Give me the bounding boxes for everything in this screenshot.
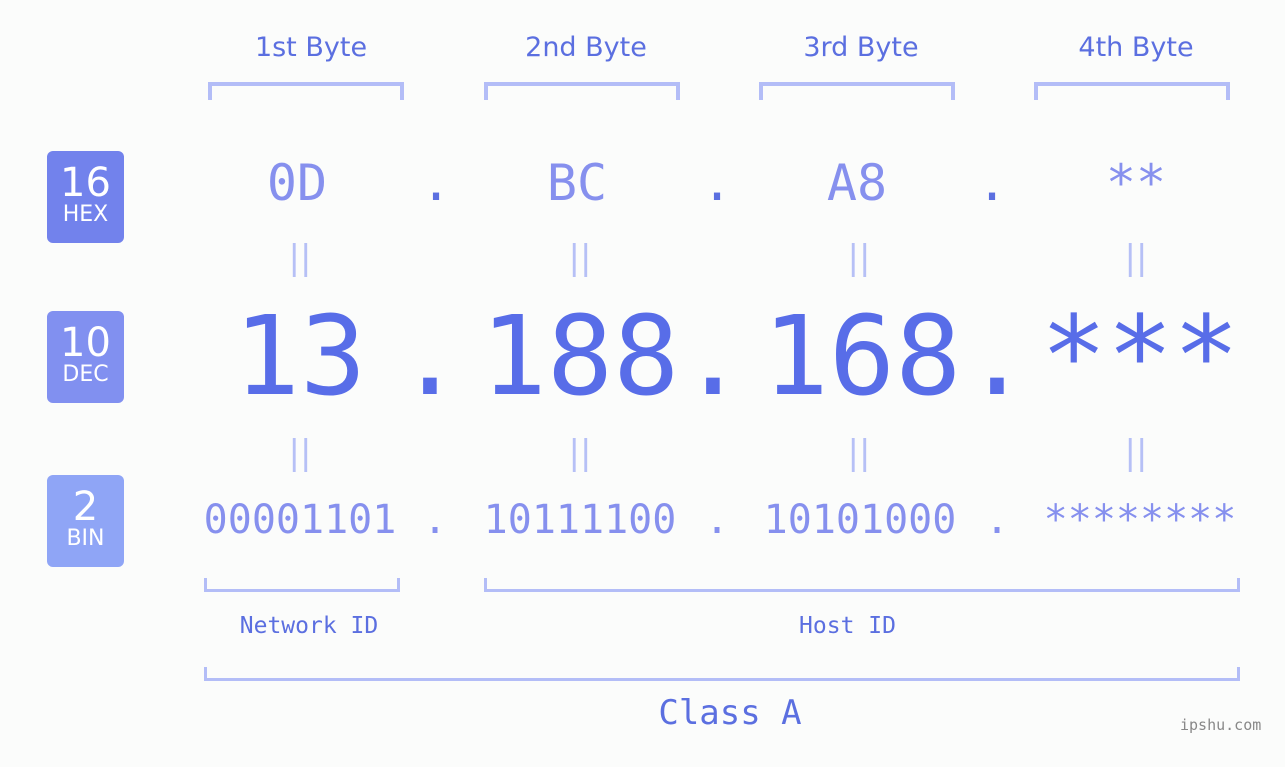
byte-label-1: 1st Byte	[254, 32, 368, 63]
byte-bracket-4	[1034, 82, 1230, 100]
equals-sign: ||	[847, 433, 871, 473]
hex-separator-1: .	[420, 154, 452, 212]
network-id-label: Network ID	[239, 613, 379, 639]
bin-badge: 2 BIN	[47, 475, 124, 567]
byte-label-3: 3rd Byte	[803, 32, 919, 63]
equals-sign: ||	[847, 238, 871, 278]
byte-label-2: 2nd Byte	[525, 32, 647, 63]
bin-separator-3: .	[984, 497, 1010, 543]
hex-badge-number: 16	[60, 160, 111, 206]
equals-sign: ||	[1124, 433, 1148, 473]
bin-separator-1: .	[422, 497, 448, 543]
equals-sign: ||	[288, 238, 312, 278]
bin-badge-number: 2	[72, 484, 99, 530]
equals-sign: ||	[568, 433, 592, 473]
bin-byte-4: ********	[1043, 497, 1237, 543]
class-bracket	[204, 667, 1240, 681]
dec-separator-2: .	[679, 292, 747, 420]
bin-byte-1: 00001101	[203, 497, 397, 543]
byte-bracket-2	[484, 82, 680, 100]
dec-byte-3: 168	[762, 292, 962, 420]
class-label: Class A	[658, 693, 802, 733]
byte-label-4: 4th Byte	[1078, 32, 1194, 63]
byte-bracket-1	[208, 82, 404, 100]
dec-byte-4: ***	[1040, 292, 1240, 420]
equals-sign: ||	[1124, 238, 1148, 278]
hex-separator-2: .	[701, 154, 733, 212]
dec-badge-label: DEC	[62, 362, 109, 387]
bin-byte-2: 10111100	[483, 497, 677, 543]
dec-badge-number: 10	[60, 320, 111, 366]
dec-separator-3: .	[963, 292, 1031, 420]
dec-separator-1: .	[396, 292, 464, 420]
host-id-bracket	[484, 578, 1240, 592]
bin-badge-label: BIN	[66, 526, 105, 551]
hex-badge: 16 HEX	[47, 151, 124, 243]
dec-byte-2: 188	[480, 292, 680, 420]
equals-sign: ||	[288, 433, 312, 473]
watermark: ipshu.com	[1180, 716, 1262, 734]
hex-badge-label: HEX	[62, 202, 109, 227]
bin-byte-3: 10101000	[763, 497, 957, 543]
host-id-label: Host ID	[799, 613, 896, 639]
hex-separator-3: .	[976, 154, 1008, 212]
network-id-bracket	[204, 578, 400, 592]
dec-badge: 10 DEC	[47, 311, 124, 403]
byte-bracket-3	[759, 82, 955, 100]
bin-separator-2: .	[704, 497, 730, 543]
equals-sign: ||	[568, 238, 592, 278]
